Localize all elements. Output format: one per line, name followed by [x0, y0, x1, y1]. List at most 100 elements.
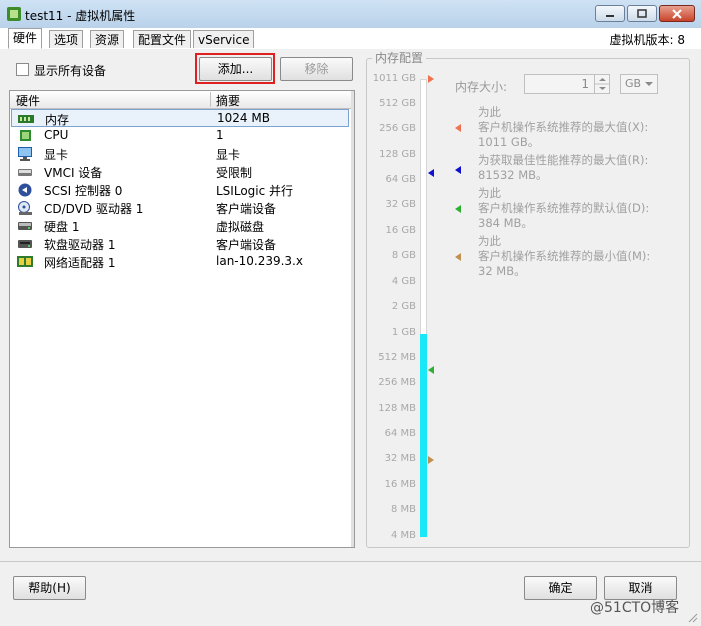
hardware-summary: 虚拟磁盘 [216, 220, 265, 234]
hardware-name: 网络适配器 1 [44, 256, 116, 270]
scale-label: 512 GB [379, 98, 416, 109]
memory-unit-value: GB [625, 77, 642, 90]
note-line: 为获取最佳性能推荐的最大值(R): [478, 153, 649, 167]
hardware-name: SCSI 控制器 0 [44, 184, 123, 198]
scale-label: 1 GB [391, 327, 416, 338]
tab-vservice[interactable]: vService [193, 30, 255, 48]
hardware-summary: 1024 MB [217, 111, 270, 125]
note-max-guest-icon [455, 124, 461, 132]
note-max-performance-icon [455, 166, 461, 174]
hardware-row-memory[interactable]: 内存 1024 MB [11, 109, 349, 127]
scale-label: 32 MB [384, 453, 416, 464]
max-guest-marker [428, 75, 434, 83]
note-max-performance: 为获取最佳性能推荐的最大值(R): 81532 MB。 [478, 153, 648, 183]
spin-up-icon[interactable] [599, 78, 606, 81]
harddisk-icon [18, 222, 32, 230]
show-all-devices-checkbox[interactable] [16, 63, 29, 76]
memory-icon [18, 115, 34, 123]
min-guest-marker [428, 456, 434, 464]
close-button[interactable] [659, 5, 695, 22]
hardware-row-harddisk[interactable]: 硬盘 1 虚拟磁盘 [11, 217, 349, 235]
vmci-icon [18, 169, 32, 176]
hardware-name: 显卡 [44, 148, 69, 162]
help-button[interactable]: 帮助(H) [13, 576, 86, 600]
hardware-row-network[interactable]: 网络适配器 1 lan-10.239.3.x [11, 253, 349, 271]
note-default-icon [455, 205, 461, 213]
minimize-button[interactable] [595, 5, 625, 22]
memory-size-spinner[interactable] [594, 75, 610, 93]
maximize-button[interactable] [627, 5, 657, 22]
scale-label: 1011 GB [372, 73, 416, 84]
floppy-icon [18, 240, 32, 248]
watermark: @51CTO博客 [590, 600, 680, 616]
memory-config-title: 内存配置 [372, 49, 427, 66]
tab-hardware[interactable]: 硬件 [8, 28, 43, 49]
network-icon [17, 256, 33, 267]
add-button-highlight [195, 53, 275, 84]
hardware-row-display[interactable]: 显卡 显卡 [11, 145, 349, 163]
column-header-summary[interactable]: 摘要 [216, 92, 240, 109]
note-min-guest: 为此 客户机操作系统推荐的最小值(M): 32 MB。 [478, 234, 650, 279]
hardware-row-floppy[interactable]: 软盘驱动器 1 客户端设备 [11, 235, 349, 253]
scale-label: 8 MB [390, 504, 416, 515]
note-min-guest-icon [455, 253, 461, 261]
memory-slider-fill [420, 334, 427, 537]
tab-strip: 硬件 选项 资源 配置文件 vService [0, 28, 701, 50]
hardware-summary: 显卡 [216, 148, 241, 162]
hardware-summary: 客户端设备 [216, 238, 277, 252]
window-title: test11 - 虚拟机属性 [25, 9, 136, 23]
hardware-name: CD/DVD 驱动器 1 [44, 202, 144, 216]
hardware-row-cpu[interactable]: CPU 1 [11, 127, 349, 145]
cdrom-icon [18, 201, 32, 215]
scale-label: 32 GB [385, 199, 416, 210]
show-all-devices-label: 显示所有设备 [34, 64, 107, 78]
hardware-name: CPU [44, 128, 69, 142]
remove-button[interactable]: 移除 [280, 57, 353, 81]
hardware-name: VMCI 设备 [44, 166, 103, 180]
scale-label: 256 GB [379, 123, 416, 134]
hardware-row-vmci[interactable]: VMCI 设备 受限制 [11, 163, 349, 181]
hardware-row-cdrom[interactable]: CD/DVD 驱动器 1 客户端设备 [11, 199, 349, 217]
scale-label: 64 GB [385, 174, 416, 185]
note-line: 81532 MB。 [478, 168, 548, 182]
chevron-down-icon [645, 82, 653, 86]
ok-button[interactable]: 确定 [524, 576, 597, 600]
maximize-icon [637, 9, 647, 18]
hardware-summary: 受限制 [216, 166, 253, 180]
spin-down-icon[interactable] [599, 87, 606, 90]
default-marker [428, 366, 434, 374]
cpu-icon [20, 130, 31, 141]
scale-label: 16 GB [385, 225, 416, 236]
tab-resources[interactable]: 资源 [90, 30, 125, 48]
hardware-summary: 客户端设备 [216, 202, 277, 216]
note-line: 客户机操作系统推荐的最小值(M): [478, 249, 651, 263]
footer-divider [0, 561, 701, 562]
scale-label: 8 GB [391, 250, 416, 261]
minimize-icon [606, 14, 614, 17]
hardware-summary: 1 [216, 128, 224, 142]
scale-label: 16 MB [384, 479, 416, 490]
note-line: 为此 [478, 186, 501, 200]
hardware-list-header [10, 91, 351, 109]
hardware-list-scrollbar[interactable] [351, 91, 354, 547]
scale-label: 128 GB [379, 149, 416, 160]
hardware-name: 内存 [45, 113, 70, 127]
note-line: 1011 GB。 [478, 135, 540, 149]
column-header-hardware[interactable]: 硬件 [16, 92, 40, 109]
note-line: 客户机操作系统推荐的最大值(X): [478, 120, 649, 134]
resize-grip-icon[interactable] [686, 611, 698, 623]
tab-options[interactable]: 选项 [49, 30, 84, 48]
note-line: 为此 [478, 234, 501, 248]
display-icon [18, 147, 32, 161]
scale-label: 512 MB [378, 352, 416, 363]
close-icon [672, 8, 682, 19]
hardware-summary: LSILogic 并行 [216, 184, 294, 198]
column-divider[interactable] [210, 92, 211, 107]
vm-app-icon [7, 7, 21, 21]
scale-label: 128 MB [378, 403, 416, 414]
note-line: 384 MB。 [478, 216, 533, 230]
memory-unit-select[interactable]: GB [620, 74, 658, 94]
hardware-row-scsi[interactable]: SCSI 控制器 0 LSILogic 并行 [11, 181, 349, 199]
note-default: 为此 客户机操作系统推荐的默认值(D): 384 MB。 [478, 186, 649, 231]
tab-profiles[interactable]: 配置文件 [133, 30, 192, 48]
